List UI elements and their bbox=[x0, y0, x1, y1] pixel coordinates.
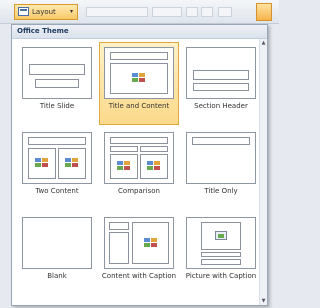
layout-label: Picture with Caption bbox=[185, 272, 257, 280]
layout-tile-title-only[interactable]: Title Only bbox=[181, 127, 261, 210]
clear-format-button[interactable] bbox=[218, 7, 232, 17]
content-placeholder-icon bbox=[144, 238, 158, 248]
chevron-down-icon: ▾ bbox=[69, 8, 73, 15]
layout-thumbnail bbox=[22, 47, 92, 99]
layout-thumbnail bbox=[104, 47, 174, 99]
layout-tile-title-slide[interactable]: Title Slide bbox=[17, 42, 97, 125]
scroll-down-icon[interactable]: ▼ bbox=[260, 297, 267, 305]
layout-label: Two Content bbox=[35, 187, 79, 195]
content-placeholder-icon bbox=[147, 161, 161, 171]
layout-thumbnail bbox=[104, 217, 174, 269]
content-placeholder-icon bbox=[117, 161, 131, 171]
layout-label: Blank bbox=[47, 272, 67, 280]
layout-label: Title Slide bbox=[39, 102, 75, 110]
layout-dropdown-button[interactable]: Layout ▾ bbox=[14, 4, 78, 20]
layout-tile-section-header[interactable]: Section Header bbox=[181, 42, 261, 125]
layout-tile-comparison[interactable]: Comparison bbox=[99, 127, 179, 210]
shrink-font-button[interactable] bbox=[201, 7, 213, 17]
layout-label: Comparison bbox=[118, 187, 160, 195]
font-size-box[interactable] bbox=[152, 7, 182, 17]
content-placeholder-icon bbox=[35, 158, 49, 168]
grow-font-button[interactable] bbox=[186, 7, 198, 17]
layout-tile-title-and-content[interactable]: Title and Content bbox=[99, 42, 179, 125]
layout-thumbnail bbox=[186, 217, 256, 269]
layout-thumbnail bbox=[186, 47, 256, 99]
layout-label: Section Header bbox=[194, 102, 248, 110]
layout-thumbnail bbox=[22, 132, 92, 184]
scroll-up-icon[interactable]: ▲ bbox=[260, 39, 267, 47]
layout-button-label: Layout bbox=[32, 8, 56, 16]
layout-label: Title and Content bbox=[108, 102, 170, 110]
layout-icon bbox=[18, 7, 29, 16]
layout-label: Title Only bbox=[204, 187, 238, 195]
layout-gallery-panel: Office Theme ▲ ▼ Title Slide Title and C… bbox=[11, 24, 268, 306]
layout-tile-two-content[interactable]: Two Content bbox=[17, 127, 97, 210]
layout-thumbnail bbox=[104, 132, 174, 184]
gallery-section-header: Office Theme bbox=[12, 25, 267, 39]
layout-tile-content-with-caption[interactable]: Content with Caption bbox=[99, 212, 179, 295]
layout-label: Content with Caption bbox=[101, 272, 177, 280]
font-name-box[interactable] bbox=[86, 7, 148, 17]
layout-thumbnail bbox=[22, 217, 92, 269]
content-placeholder-icon bbox=[132, 73, 146, 83]
layout-tile-picture-with-caption[interactable]: Picture with Caption bbox=[181, 212, 261, 295]
ribbon-toolbar: Layout ▾ bbox=[0, 0, 279, 24]
ribbon-highlight-button[interactable] bbox=[256, 3, 272, 21]
content-placeholder-icon bbox=[65, 158, 79, 168]
layout-thumbnail bbox=[186, 132, 256, 184]
picture-placeholder-icon bbox=[215, 231, 229, 241]
layout-tile-blank[interactable]: Blank bbox=[17, 212, 97, 295]
